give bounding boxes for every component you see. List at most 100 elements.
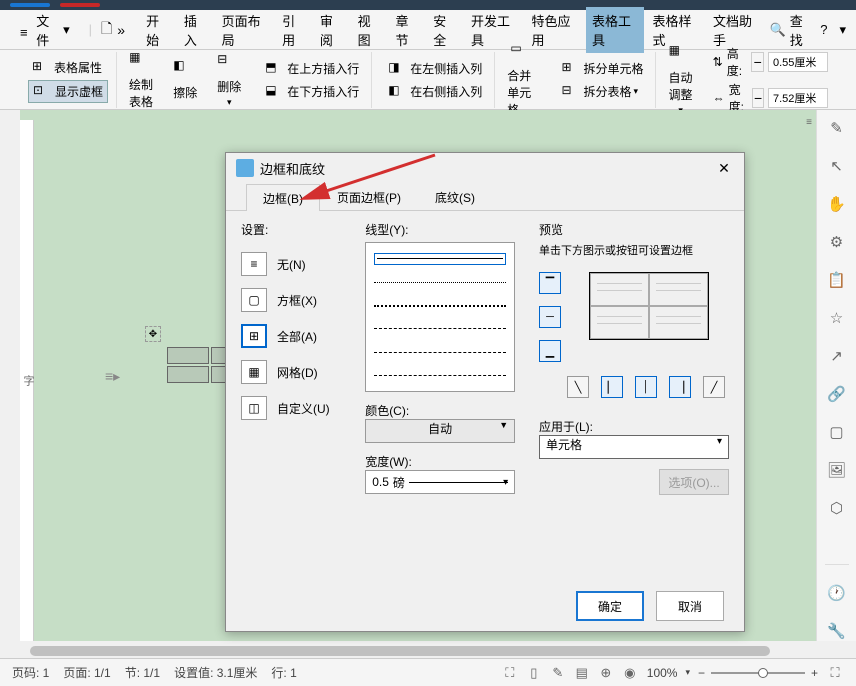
tab-references[interactable]: 引用	[276, 7, 311, 53]
border-right-btn[interactable]: ▕	[669, 376, 691, 398]
merge-cells[interactable]: ▭合并单元格	[499, 39, 545, 120]
tab-review[interactable]: 审阅	[314, 7, 349, 53]
delete[interactable]: ⊟删除▾	[209, 50, 249, 110]
table-properties[interactable]: ⊞表格属性	[28, 57, 108, 78]
zoom-thumb[interactable]	[758, 668, 768, 678]
sidebar-pencil-icon[interactable]: ✎	[827, 118, 847, 138]
help-icon[interactable]: ?	[820, 22, 827, 37]
zoom-in-icon[interactable]: +	[811, 666, 818, 680]
tab-start[interactable]: 开始	[140, 7, 175, 53]
option-none[interactable]: ≡无(N)	[241, 246, 350, 282]
show-virtual-frame[interactable]: ⊡显示虚框	[28, 80, 108, 103]
cancel-button[interactable]: 取消	[656, 591, 724, 621]
zoom-track[interactable]	[711, 672, 805, 674]
chevron-down-icon[interactable]: ▾	[685, 667, 690, 678]
border-diag2-btn[interactable]: ╱	[703, 376, 725, 398]
border-hmid-btn[interactable]: ─	[539, 306, 561, 328]
tab-chapter[interactable]: 章节	[389, 7, 424, 53]
scrollbar-thumb[interactable]	[30, 646, 770, 656]
sidebar-settings-icon[interactable]: ⚙	[827, 232, 847, 252]
view-read-icon[interactable]: ▯	[525, 664, 543, 682]
width-input[interactable]	[768, 88, 828, 108]
line-dashdot[interactable]	[374, 370, 506, 381]
linetype-list[interactable]	[365, 242, 515, 392]
split-table[interactable]: ⊟拆分表格▾	[557, 81, 647, 102]
line-dashed-long[interactable]	[374, 346, 506, 357]
chevron-down-icon[interactable]: ▾	[839, 22, 846, 38]
tab-table-tools[interactable]: 表格工具	[586, 7, 644, 53]
border-top-btn[interactable]: ▔	[539, 272, 561, 294]
sidebar-star-icon[interactable]: ☆	[827, 308, 847, 328]
file-menu[interactable]: 文件 ▾	[10, 7, 80, 53]
close-button[interactable]: ✕	[714, 158, 734, 178]
border-vmid-btn[interactable]: │	[635, 376, 657, 398]
status-page[interactable]: 页面: 1/1	[63, 664, 110, 681]
options-button[interactable]: 选项(O)...	[659, 469, 729, 495]
save-icon[interactable]: 🗋	[101, 18, 112, 42]
view-print-icon[interactable]: ▤	[573, 664, 591, 682]
option-box[interactable]: ▢方框(X)	[241, 282, 350, 318]
option-grid[interactable]: ▦网格(D)	[241, 354, 350, 390]
option-custom[interactable]: ◫自定义(U)	[241, 390, 350, 426]
insert-col-right[interactable]: ◧在右侧插入列	[384, 81, 486, 102]
sidebar-clock-icon[interactable]: 🕐	[827, 583, 847, 603]
sidebar-cube-icon[interactable]: ⬡	[827, 498, 847, 518]
view-edit-icon[interactable]: ✎	[549, 664, 567, 682]
sidebar-clipboard-icon[interactable]: 📋	[827, 270, 847, 290]
insert-row-below[interactable]: ⬓在下方插入行	[261, 81, 363, 102]
scroll-indicator[interactable]: ≡	[802, 115, 816, 129]
tab-security[interactable]: 安全	[427, 7, 462, 53]
sidebar-tools-icon[interactable]: 🔧	[827, 621, 847, 641]
line-dotted[interactable]	[374, 300, 506, 311]
line-dashed[interactable]	[374, 323, 506, 334]
tab-page-layout[interactable]: 页面布局	[216, 7, 274, 53]
status-row[interactable]: 行: 1	[271, 664, 296, 681]
tab-insert[interactable]: 插入	[178, 7, 213, 53]
fit-icon[interactable]: ⛶	[826, 664, 844, 682]
view-web-icon[interactable]: ⊕	[597, 664, 615, 682]
table-move-handle[interactable]: ✥	[145, 326, 161, 342]
line-dotted-fine[interactable]	[374, 277, 506, 288]
sidebar-share-icon[interactable]: ↗	[827, 346, 847, 366]
tab-view[interactable]: 视图	[352, 7, 387, 53]
tab-border[interactable]: 边框(B)	[246, 184, 320, 211]
sidebar-cursor-icon[interactable]: ↖	[827, 156, 847, 176]
sidebar-link-icon[interactable]: 🔗	[827, 384, 847, 404]
insert-col-left[interactable]: ◨在左侧插入列	[384, 58, 486, 79]
width-down[interactable]: −	[752, 88, 764, 108]
view-outline-icon[interactable]: ◉	[621, 664, 639, 682]
more-icon[interactable]: »	[117, 22, 125, 38]
border-left-btn[interactable]: ▏	[601, 376, 623, 398]
height-down[interactable]: −	[751, 52, 764, 72]
sidebar-box-icon[interactable]: ▢	[827, 422, 847, 442]
border-bottom-btn[interactable]: ▁	[539, 340, 561, 362]
split-cells[interactable]: ⊞拆分单元格	[557, 58, 647, 79]
height-input[interactable]	[768, 52, 828, 72]
search-button[interactable]: 🔍 查找	[770, 11, 809, 49]
tab-page-border[interactable]: 页面边框(P)	[320, 183, 418, 210]
erase[interactable]: ◧擦除	[165, 56, 205, 103]
line-solid-selected[interactable]	[374, 253, 506, 265]
tab-shading[interactable]: 底纹(S)	[418, 183, 492, 210]
border-diag1-btn[interactable]: ╲	[567, 376, 589, 398]
color-select[interactable]: 自动	[365, 419, 515, 443]
status-page-num[interactable]: 页码: 1	[12, 664, 49, 681]
auto-adjust[interactable]: ▦自动调整▾	[660, 41, 700, 118]
apply-select[interactable]: 单元格	[539, 435, 729, 459]
status-section[interactable]: 节: 1/1	[125, 664, 160, 681]
horizontal-scrollbar[interactable]	[20, 644, 816, 658]
zoom-out-icon[interactable]: −	[698, 666, 705, 680]
preview-table[interactable]	[589, 272, 709, 340]
option-all[interactable]: ⊞全部(A)	[241, 318, 350, 354]
height-icon: ⇅	[713, 55, 723, 69]
status-setvalue[interactable]: 设置值: 3.1厘米	[174, 664, 257, 681]
zoom-value[interactable]: 100%	[647, 666, 678, 680]
draw-table[interactable]: ▦绘制表格	[121, 48, 161, 112]
sidebar-image-icon[interactable]: 🖼	[827, 460, 847, 480]
width-select[interactable]: 0.5 磅	[365, 470, 515, 494]
view-fullscreen-icon[interactable]: ⛶	[501, 664, 519, 682]
insert-row-above[interactable]: ⬒在上方插入行	[261, 58, 363, 79]
zoom-slider[interactable]: − +	[698, 666, 818, 680]
sidebar-hand-icon[interactable]: ✋	[827, 194, 847, 214]
ok-button[interactable]: 确定	[576, 591, 644, 621]
